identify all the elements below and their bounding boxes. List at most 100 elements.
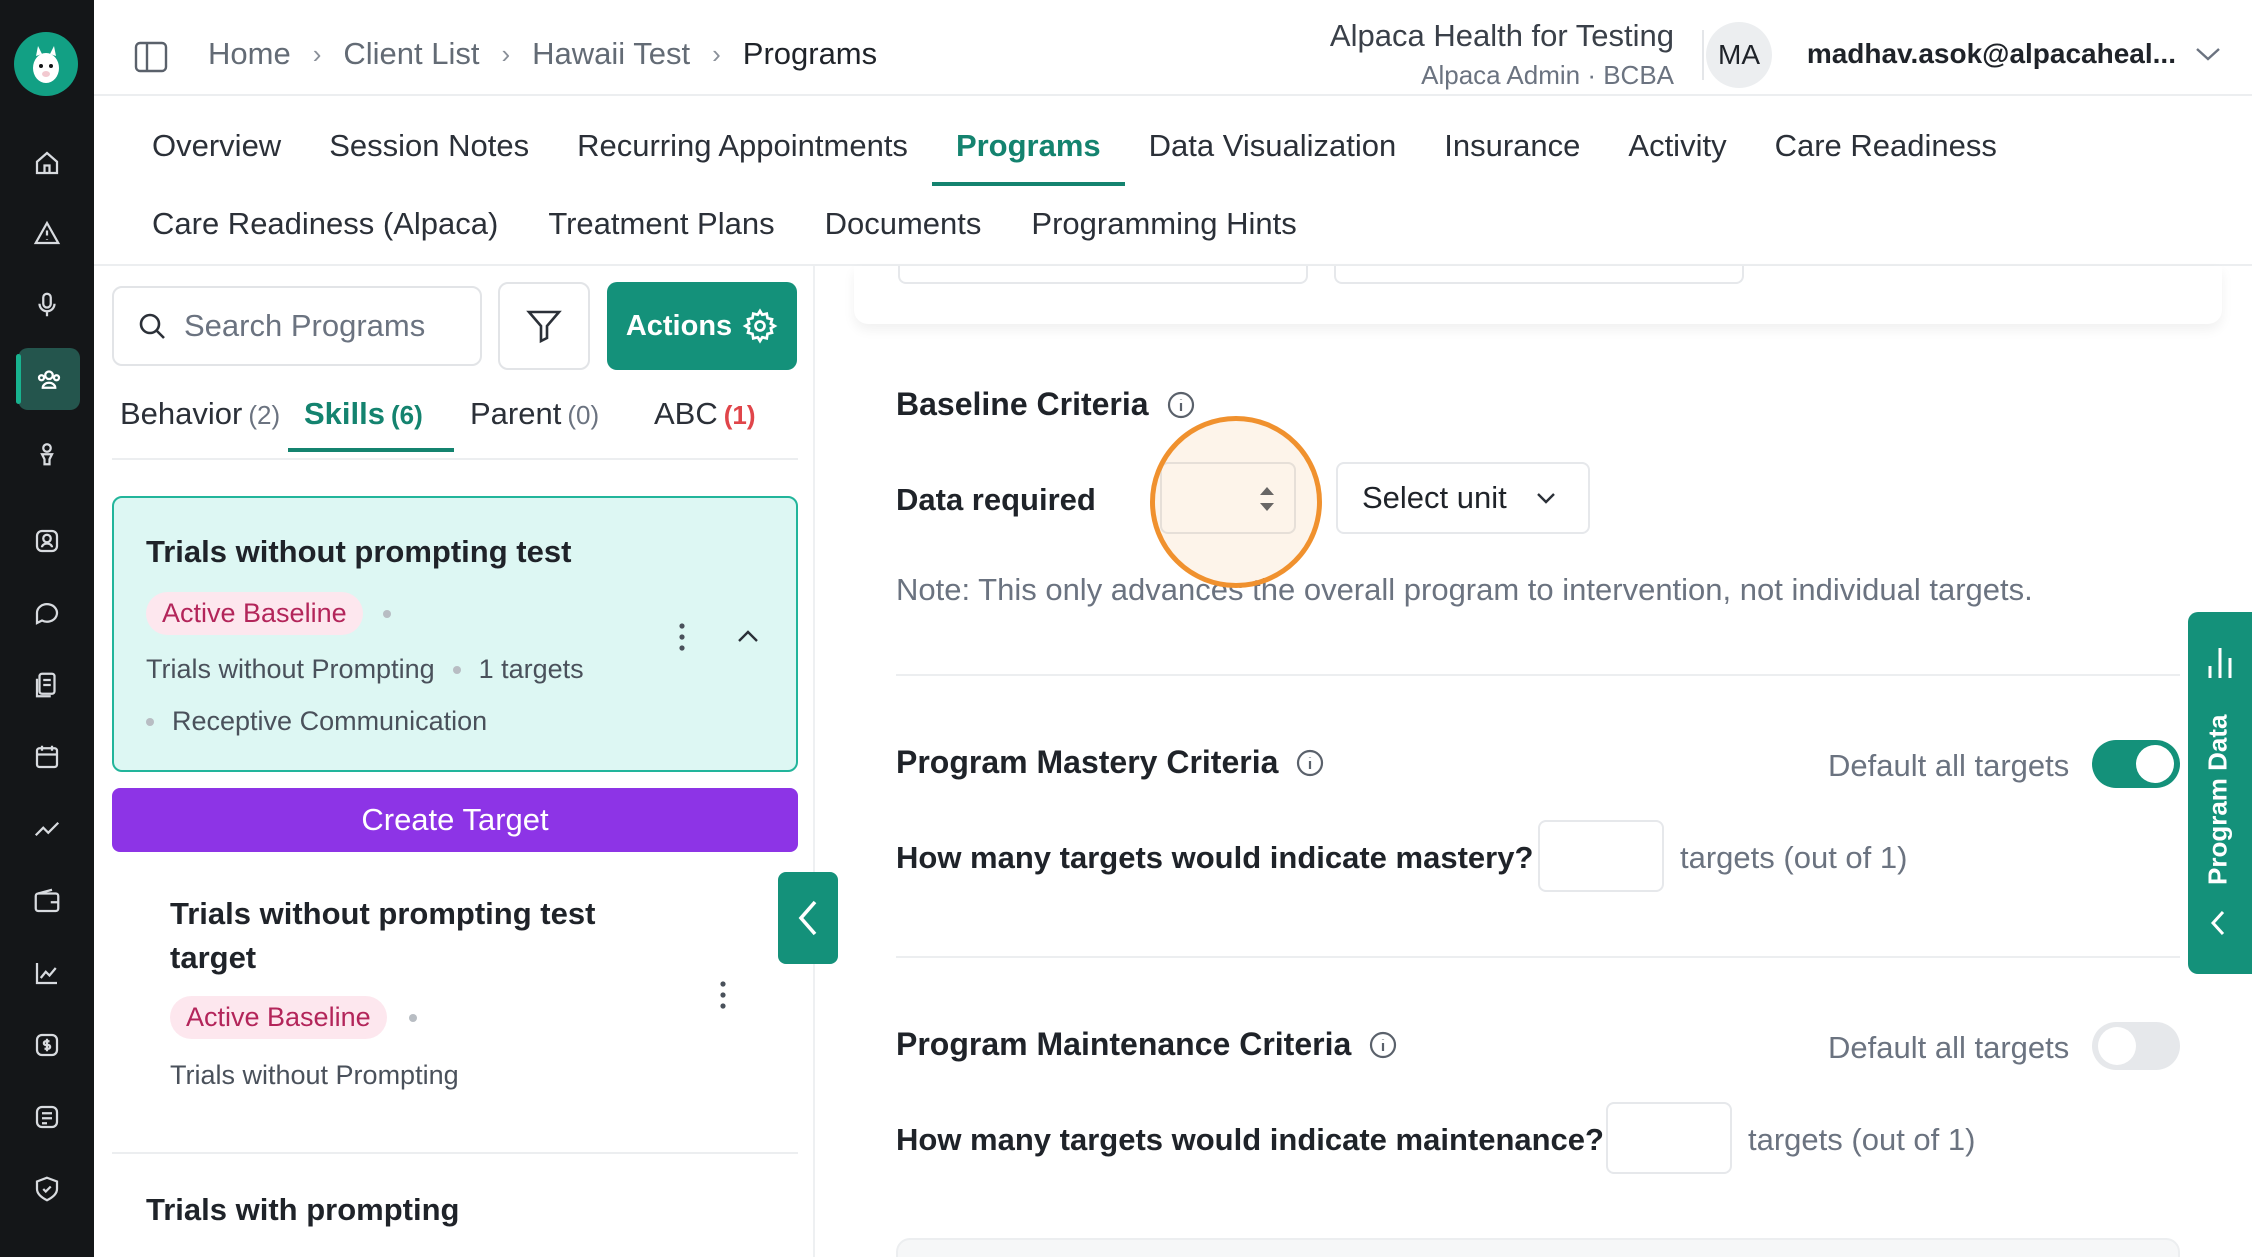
org-role: Alpaca Admin · BCBA	[1421, 60, 1674, 90]
bar-chart-icon	[2208, 648, 2232, 678]
tab-session-notes[interactable]: Session Notes	[329, 128, 529, 164]
chevron-down-icon[interactable]	[2194, 44, 2222, 64]
data-required-label: Data required	[896, 482, 1096, 517]
header-divider	[1702, 30, 1704, 80]
tab-parent[interactable]: Parent (0)	[470, 396, 599, 432]
top-header: Home › Client List › Hawaii Test › Progr…	[94, 0, 2252, 96]
app-rail	[0, 0, 94, 1257]
program-search[interactable]	[112, 286, 482, 366]
tab-programming-hints[interactable]: Programming Hints	[1031, 206, 1296, 242]
chart-icon[interactable]	[22, 948, 72, 998]
tab-insurance[interactable]: Insurance	[1444, 128, 1580, 164]
search-input[interactable]	[184, 308, 474, 344]
program-method: Trials without Prompting	[146, 654, 435, 684]
org-name: Alpaca Health for Testing	[1329, 18, 1674, 53]
client-tabs-row-2: Care Readiness (Alpaca) Treatment Plans …	[152, 206, 1347, 242]
clients-icon[interactable]	[16, 348, 80, 410]
maintenance-default-toggle[interactable]	[2092, 1022, 2180, 1070]
billing-icon[interactable]	[22, 1020, 72, 1070]
maintenance-targets-suffix: targets (out of 1)	[1748, 1122, 1976, 1157]
tab-behavior[interactable]: Behavior (2)	[120, 396, 280, 432]
mastery-criteria-title: Program Mastery Criteria	[896, 744, 1326, 781]
info-icon[interactable]	[1367, 1029, 1399, 1061]
tab-skills[interactable]: Skills (6)	[304, 396, 423, 432]
program-target-count: 1 targets	[478, 654, 584, 684]
target-title-line-2: target	[170, 940, 257, 975]
person-pin-icon[interactable]	[22, 428, 72, 478]
create-target-button[interactable]: Create Target	[112, 788, 798, 852]
organization-info: Alpaca Health for Testing Alpaca Admin ·…	[1330, 18, 1674, 91]
breadcrumb-client-list[interactable]: Client List	[343, 36, 479, 72]
tab-count: (6)	[391, 400, 423, 430]
mastery-targets-input[interactable]	[1538, 820, 1664, 892]
tab-label: ABC	[654, 396, 718, 431]
breadcrumb-home[interactable]: Home	[208, 36, 291, 72]
target-method: Trials without Prompting	[170, 1060, 459, 1090]
tab-recurring-appointments[interactable]: Recurring Appointments	[577, 128, 908, 164]
program-data-label: Program Data	[2202, 714, 2233, 886]
more-vertical-icon[interactable]	[676, 622, 688, 652]
separator-dot	[146, 717, 154, 726]
wallet-icon[interactable]	[22, 876, 72, 926]
sidebar-toggle-icon[interactable]	[134, 40, 168, 74]
search-icon	[139, 313, 165, 339]
tab-treatment-plans[interactable]: Treatment Plans	[548, 206, 774, 242]
chevron-left-icon	[798, 900, 817, 936]
selected-program-card[interactable]: Trials without prompting test Active Bas…	[112, 496, 798, 772]
tab-label: Skills	[304, 396, 385, 431]
number-spinner-icon[interactable]	[1256, 482, 1278, 516]
reports-icon[interactable]	[22, 1092, 72, 1142]
user-search-icon[interactable]	[22, 516, 72, 566]
user-email[interactable]: madhav.asok@alpacaheal...	[1807, 38, 2176, 70]
status-badge: Active Baseline	[146, 592, 363, 635]
tab-care-readiness[interactable]: Care Readiness	[1775, 128, 1997, 164]
breadcrumb-client[interactable]: Hawaii Test	[532, 36, 690, 72]
program-domain-row: Receptive Communication	[146, 706, 487, 737]
unit-select[interactable]: Select unit	[1336, 462, 1590, 534]
maintenance-default-label: Default all targets	[1828, 1030, 2070, 1065]
info-icon[interactable]	[1294, 747, 1326, 779]
tab-programs[interactable]: Programs	[931, 128, 1125, 186]
field-bottom-edge	[1334, 266, 1744, 284]
actions-button[interactable]: Actions	[607, 282, 797, 370]
filter-button[interactable]	[498, 282, 590, 370]
tab-label: Parent	[470, 396, 562, 431]
info-icon[interactable]	[1165, 389, 1197, 421]
maintenance-targets-input[interactable]	[1606, 1102, 1732, 1174]
alert-triangle-icon[interactable]	[22, 208, 72, 258]
tab-documents[interactable]: Documents	[825, 206, 982, 242]
tab-care-readiness-alpaca[interactable]: Care Readiness (Alpaca)	[152, 206, 498, 242]
calendar-icon[interactable]	[22, 732, 72, 782]
chat-bubble-icon[interactable]	[22, 588, 72, 638]
section-divider	[896, 956, 2180, 958]
trend-icon[interactable]	[22, 804, 72, 854]
program-status-row: Active Baseline	[146, 592, 391, 635]
program-data-tab[interactable]: Program Data	[2188, 612, 2252, 974]
tab-overview[interactable]: Overview	[152, 128, 281, 164]
maintenance-question: How many targets would indicate maintena…	[896, 1122, 1604, 1157]
target-status-row: Active Baseline	[170, 996, 417, 1039]
tab-abc[interactable]: ABC (1)	[654, 396, 756, 432]
tab-count: (2)	[248, 400, 281, 430]
tab-activity[interactable]: Activity	[1628, 128, 1726, 164]
chevron-up-icon[interactable]	[736, 628, 760, 644]
active-tab-indicator	[288, 448, 454, 452]
data-required-input[interactable]	[1160, 462, 1296, 534]
client-tabs-row-1: Overview Session Notes Recurring Appoint…	[152, 128, 2045, 186]
separator-dot	[382, 609, 391, 618]
tab-data-visualization[interactable]: Data Visualization	[1149, 128, 1397, 164]
status-badge: Active Baseline	[170, 996, 387, 1039]
shield-check-icon[interactable]	[22, 1164, 72, 1214]
mastery-default-toggle[interactable]	[2092, 740, 2180, 788]
section-title-text: Baseline Criteria	[896, 386, 1149, 422]
collapse-panel-button[interactable]	[778, 872, 838, 964]
more-vertical-icon[interactable]	[717, 980, 729, 1010]
documents-icon[interactable]	[22, 660, 72, 710]
home-icon[interactable]	[22, 138, 72, 188]
microphone-icon[interactable]	[22, 280, 72, 330]
alpaca-logo-icon[interactable]	[14, 32, 78, 96]
unit-select-value: Select unit	[1362, 480, 1507, 515]
next-program-title[interactable]: Trials with prompting	[146, 1192, 459, 1228]
avatar[interactable]: MA	[1706, 22, 1772, 88]
program-type-tabs: Behavior (2) Skills (6) Parent (0) ABC (1)	[112, 396, 798, 460]
